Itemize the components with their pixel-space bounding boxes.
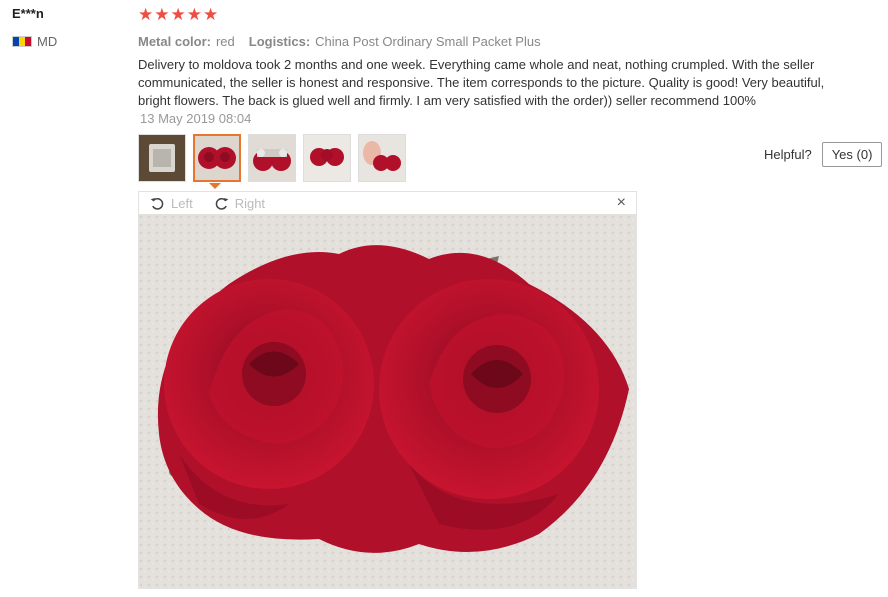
star-icon: ★: [154, 5, 170, 24]
logistics-label: Logistics:: [248, 34, 311, 49]
close-icon[interactable]: ×: [617, 195, 626, 211]
review-block: ★ ★ ★ ★ ★ Metal color: red Logistics: Ch…: [138, 6, 858, 182]
rotate-left-icon: [150, 197, 164, 210]
rotate-right-button[interactable]: Right: [213, 195, 265, 212]
rotate-left-button[interactable]: Left: [149, 195, 193, 212]
reviewer-country: MD: [12, 34, 132, 49]
rotate-right-label: Right: [234, 195, 266, 211]
rotate-left-label: Left: [171, 195, 193, 211]
thumbnail-roses-front[interactable]: [193, 134, 241, 182]
thumbnail-roses-top[interactable]: [303, 134, 351, 182]
reviewer-info: E***n MD: [12, 6, 132, 49]
helpful-vote: Helpful? Yes (0): [764, 142, 883, 167]
review-photo: [139, 214, 636, 588]
logistics-value: China Post Ordinary Small Packet Plus: [315, 34, 541, 49]
metal-color-label: Metal color:: [138, 34, 211, 49]
review-text: Delivery to moldova took 2 months and on…: [138, 57, 825, 108]
flag-icon: [12, 36, 32, 47]
image-viewer: Left Right ×: [138, 191, 637, 589]
thumbnail-roses-hand[interactable]: [358, 134, 406, 182]
thumbnail-roses-back[interactable]: [248, 134, 296, 182]
order-meta: Metal color: red Logistics: China Post O…: [138, 34, 858, 49]
helpful-label: Helpful?: [764, 147, 812, 162]
star-icon: ★: [186, 5, 202, 24]
star-icon: ★: [203, 5, 219, 24]
country-code: MD: [37, 34, 58, 49]
thumbnail-package[interactable]: [138, 134, 186, 182]
star-icon: ★: [138, 5, 154, 24]
review-date: 13 May 2019 08:04: [140, 111, 252, 126]
star-rating: ★ ★ ★ ★ ★: [138, 6, 858, 24]
viewer-toolbar: Left Right ×: [139, 192, 636, 214]
review-thumbnails: [138, 134, 858, 182]
helpful-yes-button[interactable]: Yes (0): [821, 142, 883, 167]
metal-color-value: red: [215, 34, 235, 49]
star-icon: ★: [170, 5, 186, 24]
active-thumbnail-indicator: [209, 183, 221, 189]
reviewer-name: E***n: [12, 6, 44, 21]
rotate-right-icon: [215, 197, 228, 210]
